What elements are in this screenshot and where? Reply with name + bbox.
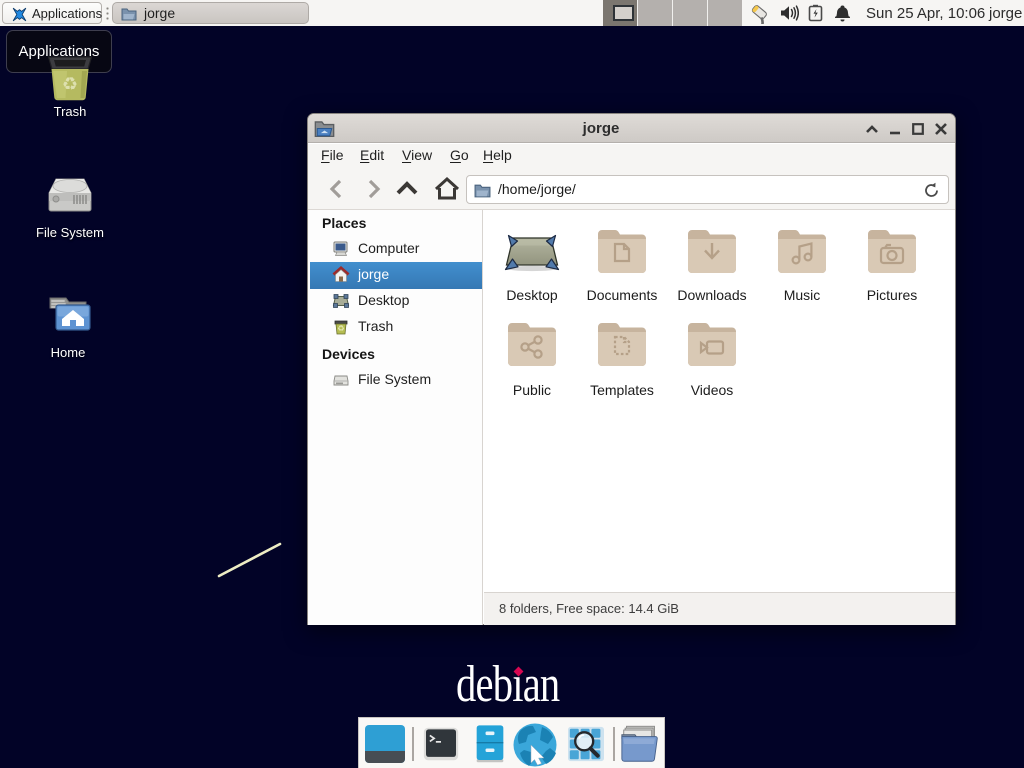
svg-text:♻: ♻ xyxy=(62,74,78,94)
svg-text:♻: ♻ xyxy=(337,324,344,333)
